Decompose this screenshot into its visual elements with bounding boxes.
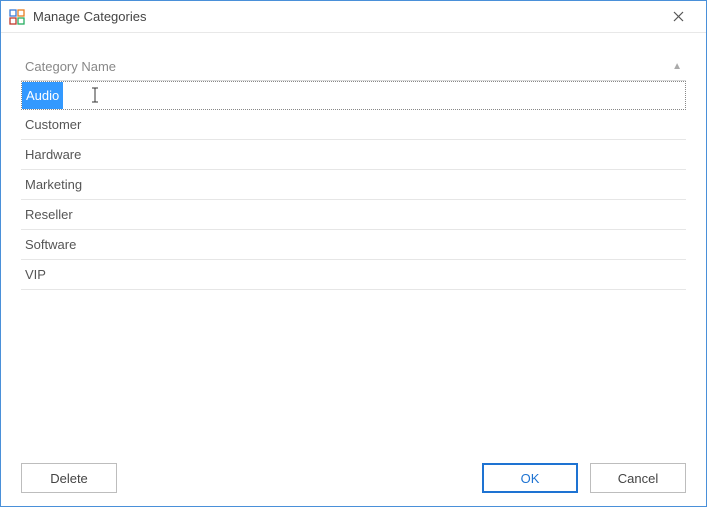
close-button[interactable]: [658, 3, 698, 31]
ok-button[interactable]: OK: [482, 463, 578, 493]
table-row[interactable]: Customer: [21, 110, 686, 140]
content-area: Category Name ▲ Audio: [1, 33, 706, 450]
table-row[interactable]: Software: [21, 230, 686, 260]
table-row[interactable]: Hardware: [21, 140, 686, 170]
category-label: Hardware: [25, 147, 81, 162]
cancel-button[interactable]: Cancel: [590, 463, 686, 493]
category-label: VIP: [25, 267, 46, 282]
sort-ascending-icon: ▲: [672, 61, 682, 72]
delete-button[interactable]: Delete: [21, 463, 117, 493]
column-header-label: Category Name: [25, 59, 672, 74]
category-label: Software: [25, 237, 76, 252]
category-label: Customer: [25, 117, 81, 132]
table-row[interactable]: Reseller: [21, 200, 686, 230]
manage-categories-dialog: Manage Categories Category Name ▲ Audio: [0, 0, 707, 507]
categories-grid-icon: [9, 9, 25, 25]
text-cursor-icon: [89, 86, 101, 108]
button-bar: Delete OK Cancel: [1, 450, 706, 506]
category-label: Reseller: [25, 207, 73, 222]
window-title: Manage Categories: [33, 9, 658, 24]
titlebar: Manage Categories: [1, 1, 706, 33]
table-row-editing[interactable]: Audio: [21, 81, 686, 110]
table-row[interactable]: Marketing: [21, 170, 686, 200]
column-header-category-name[interactable]: Category Name ▲: [21, 53, 686, 81]
category-name-input[interactable]: Audio: [22, 82, 63, 109]
table-row[interactable]: VIP: [21, 260, 686, 290]
category-label: Marketing: [25, 177, 82, 192]
category-list: Audio Customer Hardware: [21, 81, 686, 450]
